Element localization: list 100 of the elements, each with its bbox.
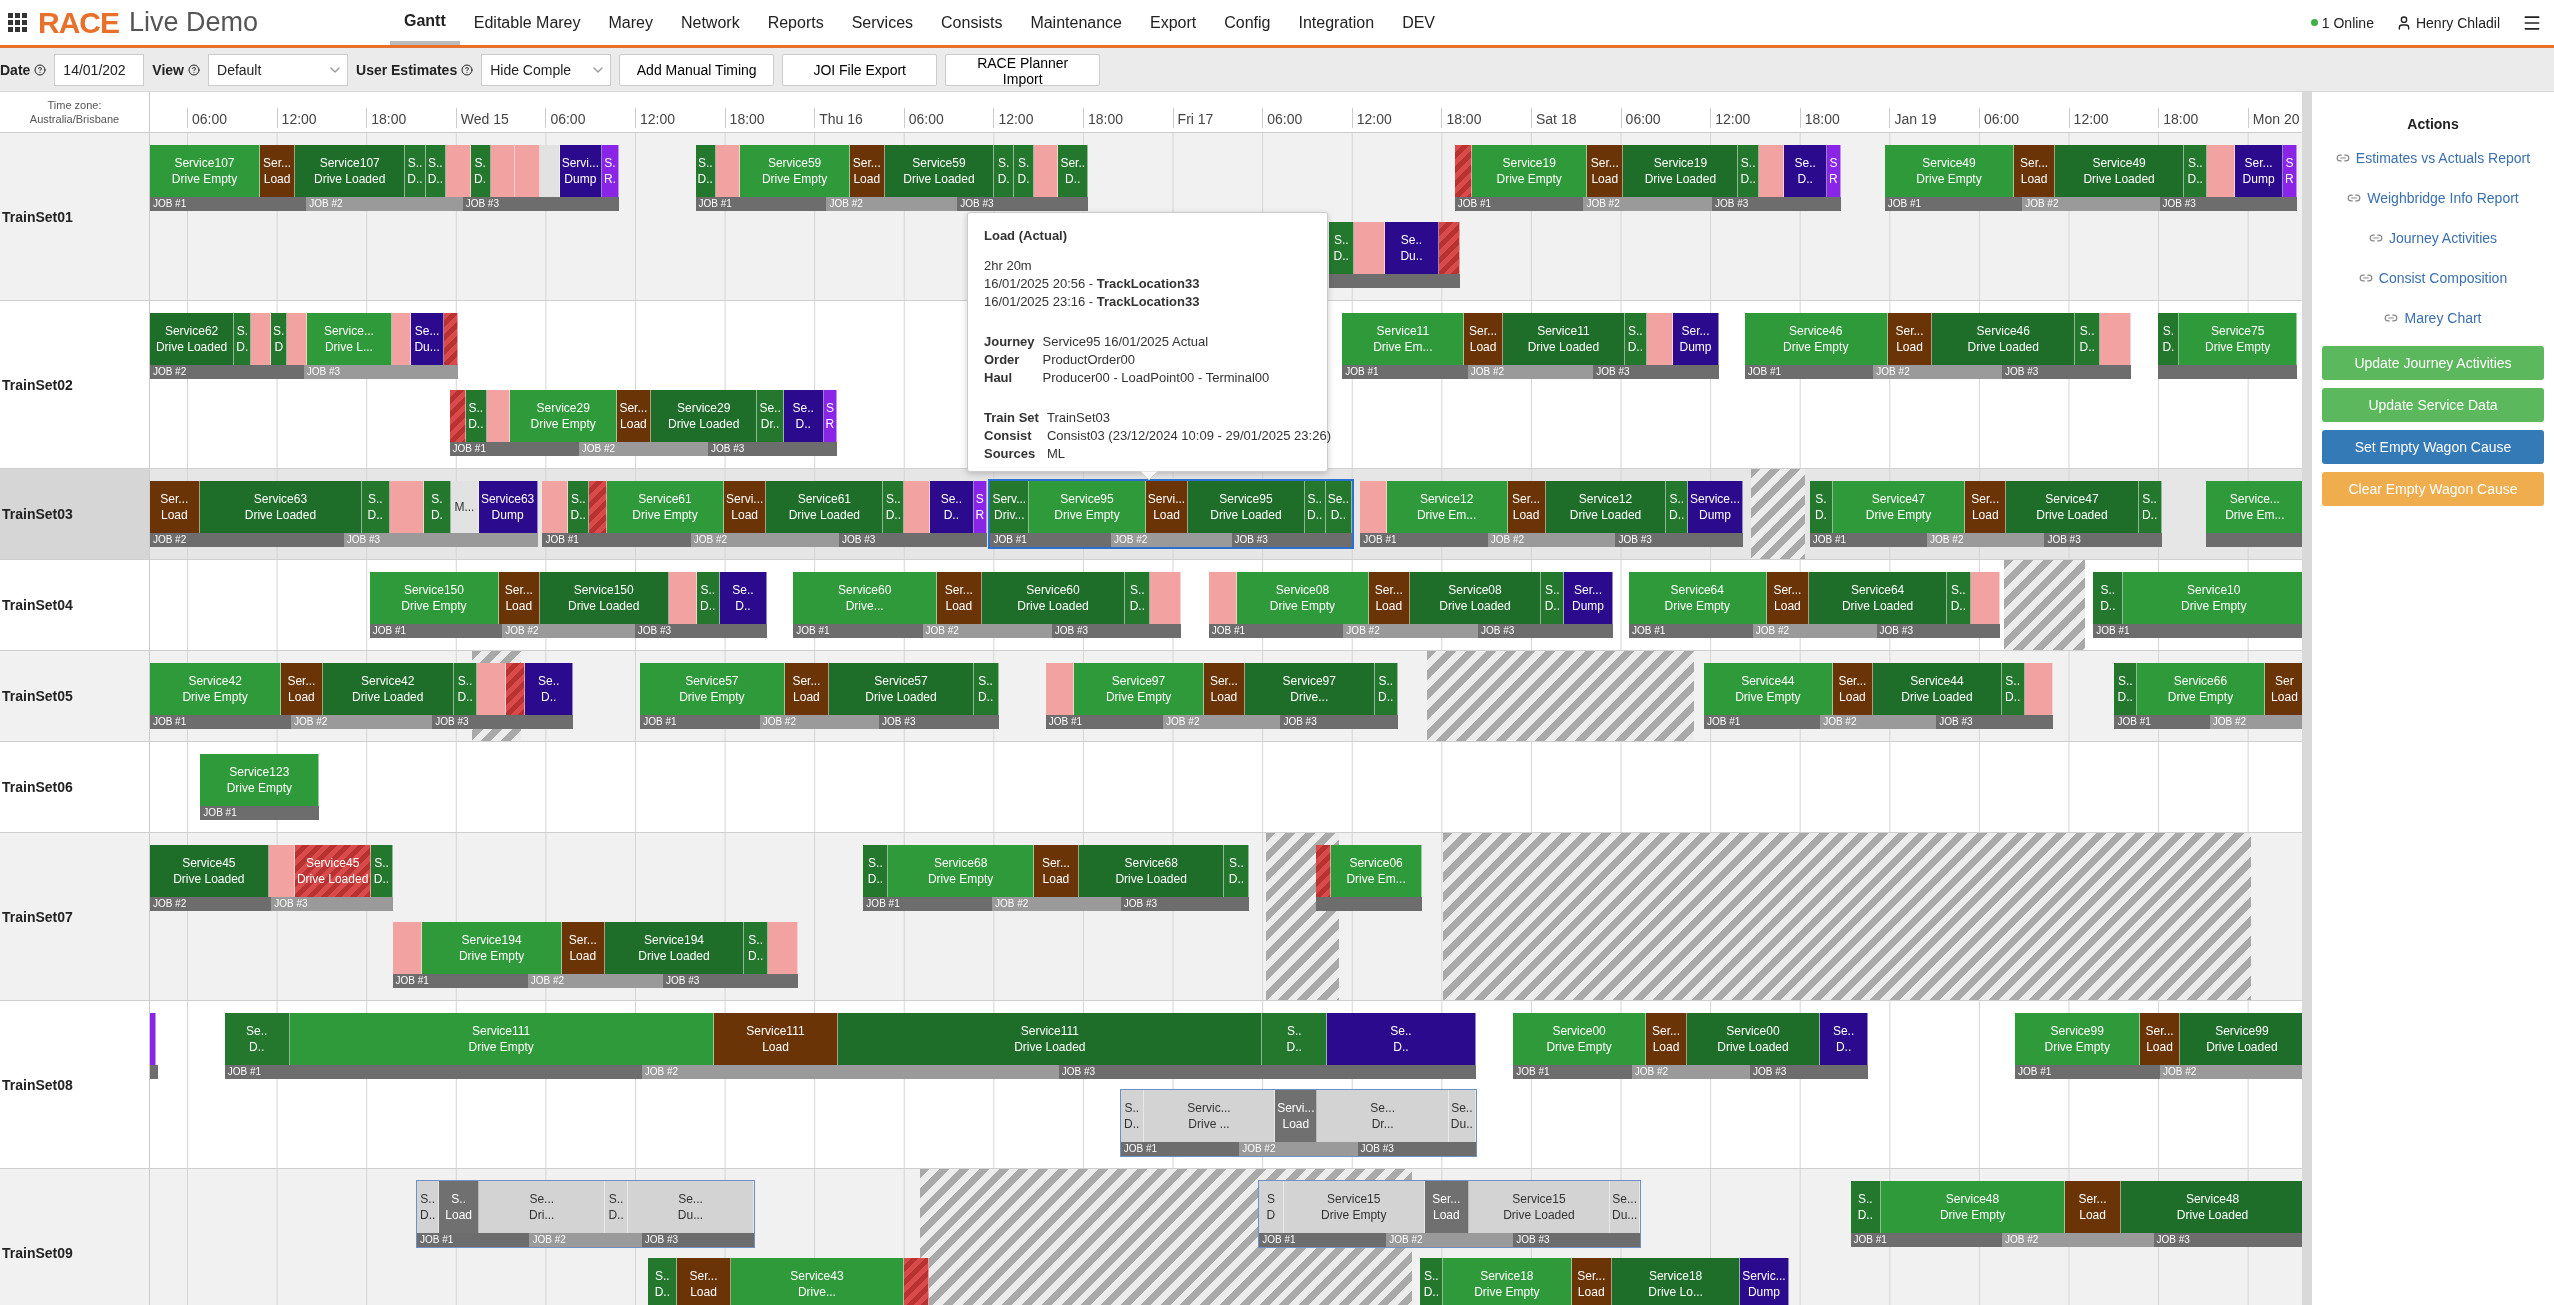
activity-segment[interactable]: S.. D..: [1541, 572, 1565, 624]
action-link[interactable]: Consist Composition: [2358, 258, 2508, 298]
activity-segment[interactable]: S. D.: [423, 481, 452, 533]
activity-segment[interactable]: [904, 481, 931, 533]
nav-tab[interactable]: Export: [1136, 0, 1211, 45]
activity-segment[interactable]: S.. D..: [648, 1258, 678, 1305]
activity-segment[interactable]: Servi... Load: [724, 481, 767, 533]
activity-segment[interactable]: Service150 Drive Loaded: [539, 572, 669, 624]
activity-segment[interactable]: Service11 Drive Em...: [1342, 313, 1465, 365]
fault-segment[interactable]: [449, 390, 467, 442]
activity-segment[interactable]: Service48 Drive Loaded: [2121, 1181, 2302, 1233]
activity-segment[interactable]: [150, 1013, 157, 1065]
activity-segment[interactable]: Service... Drive Em...: [2205, 481, 2302, 533]
activity-segment[interactable]: Service08 Drive Empty: [1237, 572, 1369, 624]
activity-segment[interactable]: S.. D..: [405, 145, 426, 197]
activity-segment[interactable]: Se... Du...: [411, 313, 444, 365]
activity-segment[interactable]: Service68 Drive Loaded: [1078, 845, 1225, 897]
activity-segment[interactable]: Service97 Drive Empty: [1074, 663, 1205, 715]
activity-segment[interactable]: Service29 Drive Empty: [510, 390, 617, 442]
activity-segment[interactable]: Ser... Load: [561, 922, 605, 974]
activity-segment[interactable]: S.. D..: [454, 663, 478, 715]
fault-segment[interactable]: [505, 663, 526, 715]
activity-segment[interactable]: Service111 Drive Loaded: [838, 1013, 1263, 1065]
activity-segment[interactable]: Service63 Dump: [478, 481, 538, 533]
activity-segment[interactable]: Se... Dri...: [479, 1181, 606, 1233]
activity-segment[interactable]: [391, 313, 412, 365]
activity-segment[interactable]: S.. D..: [568, 481, 590, 533]
activity-segment[interactable]: Se... Dr...: [1317, 1090, 1449, 1142]
activity-segment[interactable]: Ser.. D..: [1058, 145, 1089, 197]
activity-segment[interactable]: Se... Du...: [627, 1181, 755, 1233]
activity-segment[interactable]: Service... Dump: [1688, 481, 1744, 533]
activity-segment[interactable]: Ser... Load: [2014, 145, 2055, 197]
nav-tab[interactable]: Network: [666, 0, 754, 45]
nav-tab[interactable]: DEV: [1388, 0, 1450, 45]
activity-segment[interactable]: S.. D..: [695, 145, 716, 197]
activity-segment[interactable]: Service00 Drive Empty: [1513, 1013, 1646, 1065]
activity-segment[interactable]: Service95 Drive Empty: [1029, 481, 1146, 533]
activity-segment[interactable]: S.. D..: [1850, 1181, 1882, 1233]
nav-tab[interactable]: Config: [1210, 0, 1285, 45]
activity-segment[interactable]: Se.. Du..: [1385, 222, 1439, 274]
activity-segment[interactable]: S.. D..: [1120, 1090, 1144, 1142]
activity-segment[interactable]: Ser... Load: [849, 145, 885, 197]
train-set-label[interactable]: TrainSet04: [0, 560, 150, 650]
activity-segment[interactable]: Ser... Load: [150, 481, 200, 533]
activity-segment[interactable]: Service194 Drive Loaded: [604, 922, 745, 974]
activity-segment[interactable]: Service61 Drive Empty: [607, 481, 724, 533]
activity-segment[interactable]: Ser... Load: [1424, 1181, 1469, 1233]
activity-segment[interactable]: Ser... Load: [1887, 313, 1933, 365]
activity-segment[interactable]: Ser... Load: [499, 572, 540, 624]
activity-segment[interactable]: S.. D..: [1666, 481, 1688, 533]
activity-segment[interactable]: S.. D..: [744, 922, 769, 974]
activity-segment[interactable]: Se.. Dr..: [757, 390, 784, 442]
activity-segment[interactable]: Service97 Drive...: [1244, 663, 1375, 715]
activity-segment[interactable]: Service10 Drive Empty: [2123, 572, 2302, 624]
activity-segment[interactable]: S.. D..: [417, 1181, 440, 1233]
train-set-label[interactable]: TrainSet03: [0, 469, 150, 559]
activity-segment[interactable]: Service95 Drive Loaded: [1188, 481, 1305, 533]
nav-tab[interactable]: Services: [837, 0, 928, 45]
nav-tab[interactable]: Consists: [927, 0, 1017, 45]
activity-segment[interactable]: Service43 Drive...: [730, 1258, 905, 1305]
activity-segment[interactable]: S.. D..: [1224, 845, 1250, 897]
user-name[interactable]: Henry Chladil: [2415, 14, 2500, 31]
train-set-label[interactable]: TrainSet09: [0, 1169, 150, 1305]
activity-segment[interactable]: Ser... Load: [1464, 313, 1503, 365]
activity-segment[interactable]: S.. D..: [1420, 1258, 1444, 1305]
activity-segment[interactable]: Servic... Drive ...: [1143, 1090, 1276, 1142]
activity-segment[interactable]: Service150 Drive Empty: [369, 572, 500, 624]
activity-segment[interactable]: Ser... Load: [1571, 1258, 1612, 1305]
activity-segment[interactable]: Service123 Drive Empty: [200, 754, 320, 806]
activity-segment[interactable]: Service194 Drive Empty: [422, 922, 562, 974]
action-link[interactable]: Weighbridge Info Report: [2347, 178, 2519, 218]
activity-segment[interactable]: Se.. D..: [1784, 145, 1828, 197]
help-icon[interactable]: [34, 63, 47, 76]
activity-segment[interactable]: S. D.: [1809, 481, 1833, 533]
activity-segment[interactable]: Service75 Drive Empty: [2179, 313, 2297, 365]
activity-segment[interactable]: Service59 Drive Empty: [740, 145, 850, 197]
activity-segment[interactable]: Servi... Load: [1275, 1090, 1318, 1142]
activity-segment[interactable]: Se.. D..: [1819, 1013, 1869, 1065]
activity-segment[interactable]: Ser... Load: [1965, 481, 2007, 533]
activity-segment[interactable]: S. D: [271, 313, 288, 365]
activity-segment[interactable]: Service99 Drive Loaded: [2179, 1013, 2302, 1065]
activity-segment[interactable]: S.. D..: [466, 390, 487, 442]
activity-segment[interactable]: Service63 Drive Loaded: [199, 481, 363, 533]
activity-segment[interactable]: S.. D..: [1329, 222, 1355, 274]
nav-tab[interactable]: Maintenance: [1016, 0, 1136, 45]
train-set-label[interactable]: TrainSet06: [0, 742, 150, 832]
activity-segment[interactable]: Servic... Dump: [1740, 1258, 1789, 1305]
nav-tab[interactable]: Integration: [1284, 0, 1389, 45]
activity-segment[interactable]: S. D.: [234, 313, 252, 365]
help-icon[interactable]: [188, 63, 200, 76]
activity-segment[interactable]: Service46 Drive Loaded: [1932, 313, 2076, 365]
activity-segment[interactable]: [1646, 313, 1674, 365]
activity-segment[interactable]: Service107 Drive Empty: [150, 145, 261, 197]
activity-segment[interactable]: Service18 Drive Lo...: [1611, 1258, 1741, 1305]
activity-segment[interactable]: Se.. D..: [1327, 1013, 1476, 1065]
activity-segment[interactable]: Service111 Load: [713, 1013, 839, 1065]
activity-segment[interactable]: Service45 Drive Loaded: [150, 845, 269, 897]
nav-tab[interactable]: Marey: [594, 0, 667, 45]
activity-segment[interactable]: S.. D..: [696, 572, 720, 624]
activity-segment[interactable]: Service111 Drive Empty: [289, 1013, 714, 1065]
